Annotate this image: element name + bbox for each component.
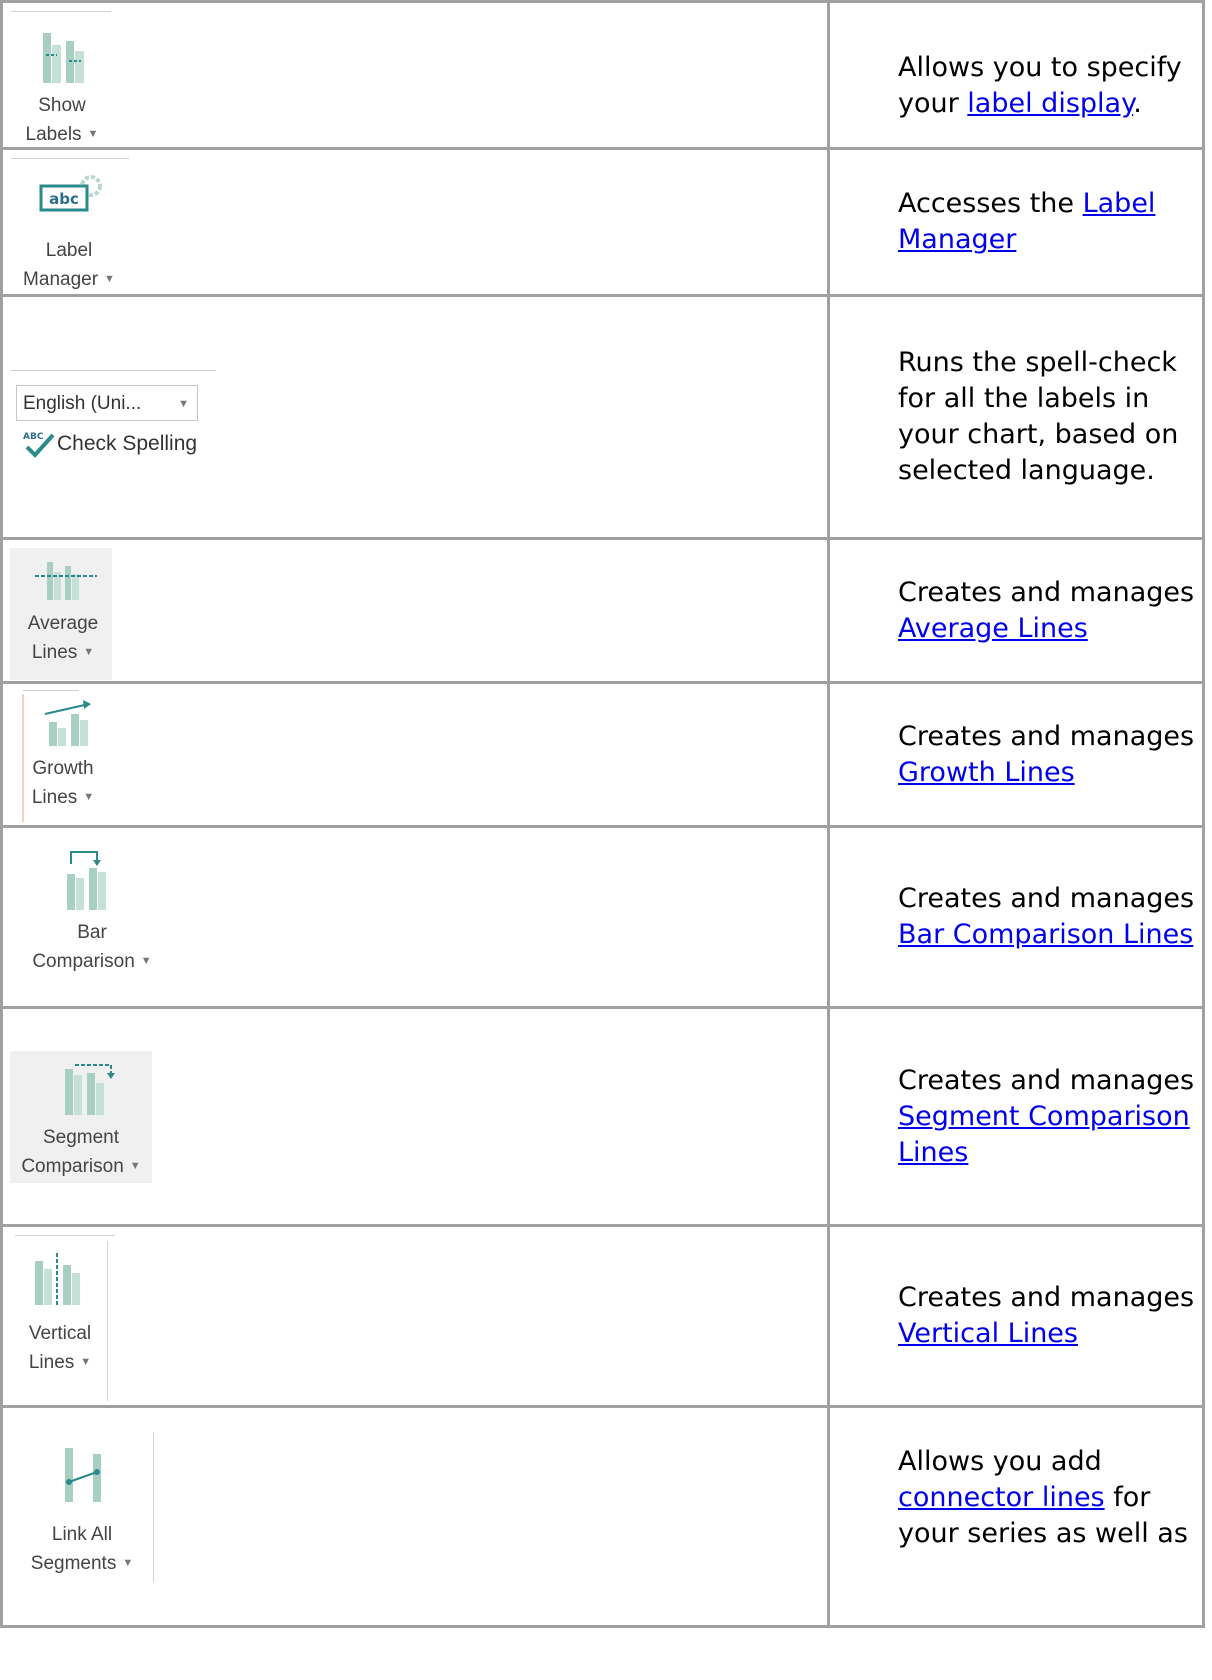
segment-comparison-lines-link[interactable]: Segment Comparison Lines: [898, 1101, 1190, 1168]
desc-cell: Accesses the Label Manager: [827, 147, 1205, 297]
vertical-lines-icon: [35, 1253, 80, 1305]
desc-cell: Creates and manages Average Lines: [827, 537, 1205, 684]
desc-cell: Runs the spell-check for all the labels …: [827, 294, 1205, 540]
desc-cell: Creates and manages Bar Comparison Lines: [827, 825, 1205, 1009]
icon-cell: Vertical Lines ▼: [0, 1224, 830, 1408]
icon-cell: Growth Lines ▼: [0, 681, 830, 828]
dropdown-arrow-icon: ▼: [80, 1356, 92, 1369]
table-row: Bar Comparison ▼ Creates and manages Bar …: [0, 825, 1205, 1009]
average-lines-link[interactable]: Average Lines: [898, 613, 1088, 644]
icon-cell: Link All Segments ▼: [0, 1405, 830, 1628]
ribbon-label: Growth: [32, 758, 94, 779]
dropdown-arrow-icon: ▼: [87, 128, 99, 141]
icon-cell: Average Lines ▼: [0, 537, 830, 684]
spellcheck-icon: ABC: [23, 432, 55, 459]
ribbon-label: Segment: [42, 1127, 120, 1148]
average-lines-button[interactable]: Average Lines ▼: [17, 609, 109, 667]
label-manager-icon: abc: [39, 175, 102, 212]
bar-comparison-lines-link[interactable]: Bar Comparison Lines: [898, 919, 1193, 950]
dropdown-arrow-icon: ▼: [83, 646, 95, 659]
ribbon-label: Comparison: [32, 951, 135, 972]
vertical-lines-link[interactable]: Vertical Lines: [898, 1318, 1078, 1349]
segment-comparison-icon: [65, 1064, 115, 1115]
dropdown-arrow-icon: ▼: [140, 955, 152, 968]
svg-text:ABC: ABC: [23, 432, 44, 442]
ribbon-label: Comparison: [21, 1156, 124, 1177]
average-lines-icon: [35, 562, 97, 600]
growth-lines-link[interactable]: Growth Lines: [898, 757, 1075, 788]
dropdown-arrow-icon: ▼: [83, 791, 95, 804]
table-row: Segment Comparison ▼ Creates and manages …: [0, 1006, 1205, 1227]
icon-cell: abc Label Manager ▼: [0, 147, 830, 297]
desc-cell: Creates and manages Growth Lines: [827, 681, 1205, 828]
ribbon-label: Lines: [31, 787, 78, 808]
link-all-segments-icon: [65, 1448, 101, 1502]
dropdown-arrow-icon: ▼: [104, 273, 115, 286]
ribbon-label: Segments: [30, 1553, 117, 1574]
description: Creates and manages Average Lines: [898, 576, 1195, 644]
ribbon-label: Lines: [31, 642, 78, 663]
desc-cell: Creates and manages Segment Comparison L…: [827, 1006, 1205, 1227]
ribbon-label: Manager: [23, 269, 99, 290]
ribbon-label: Lines: [28, 1352, 75, 1373]
description: Creates and manages Growth Lines: [898, 720, 1195, 788]
description: Creates and manages Segment Comparison L…: [898, 1064, 1195, 1168]
icon-cell: Bar Comparison ▼: [0, 825, 830, 1009]
dropdown-arrow-icon: ▼: [122, 1557, 134, 1570]
desc-cell: Creates and manages Vertical Lines: [827, 1224, 1205, 1408]
show-labels-button[interactable]: Show Labels ▼: [17, 91, 107, 149]
dropdown-arrow-icon: ▼: [129, 1160, 141, 1173]
label-manager-button[interactable]: Label Manager ▼: [13, 236, 125, 294]
description: Allows you to specify your label display…: [898, 52, 1182, 119]
desc-cell: Allows you add connector lines for your …: [827, 1405, 1205, 1628]
description: Runs the spell-check for all the labels …: [898, 347, 1179, 486]
table-row: English (Uni... ▼ ABC Check Spelling Run…: [0, 294, 1205, 540]
feature-table: Show Labels ▼ Allows you to specify your …: [0, 0, 1205, 1628]
segment-comparison-button[interactable]: Segment Comparison ▼: [11, 1123, 151, 1181]
svg-text:abc: abc: [49, 190, 79, 208]
bar-comparison-button[interactable]: Bar Comparison ▼: [17, 918, 167, 976]
table-row: Average Lines ▼ Creates and manages Avera…: [0, 537, 1205, 684]
description: Creates and manages Vertical Lines: [898, 1282, 1195, 1349]
ribbon-label: Link All: [51, 1524, 113, 1545]
ribbon-label: Vertical: [28, 1323, 92, 1344]
ribbon-label: Label: [45, 240, 93, 261]
ribbon-label: Show: [38, 95, 86, 116]
icon-cell: Show Labels ▼: [0, 0, 830, 150]
description: Allows you add connector lines for your …: [898, 1446, 1188, 1549]
vertical-lines-button[interactable]: Vertical Lines ▼: [15, 1319, 105, 1377]
check-spelling-button[interactable]: ABC Check Spelling: [21, 427, 197, 461]
table-row: abc Label Manager ▼ Accesses the Label Ma…: [0, 147, 1205, 297]
language-dropdown[interactable]: English (Uni... ▼: [16, 385, 198, 421]
dropdown-arrow-icon: ▼: [178, 398, 189, 410]
ribbon-label: Average: [27, 613, 99, 634]
growth-lines-icon: [44, 700, 91, 746]
connector-lines-link[interactable]: connector lines: [898, 1482, 1105, 1513]
table-row: Vertical Lines ▼ Creates and manages Vert…: [0, 1224, 1205, 1408]
desc-cell: Allows you to specify your label display…: [827, 0, 1205, 150]
show-labels-icon: [43, 33, 84, 83]
ribbon-label: Bar: [77, 922, 107, 943]
icon-cell: Segment Comparison ▼: [0, 1006, 830, 1227]
growth-lines-button[interactable]: Growth Lines ▼: [17, 754, 109, 812]
table-row: Link All Segments ▼ Allows you add connec…: [0, 1405, 1205, 1628]
link-all-segments-button[interactable]: Link All Segments ▼: [19, 1520, 145, 1578]
description: Creates and manages Bar Comparison Lines: [898, 883, 1195, 950]
ribbon-label: Labels: [25, 124, 82, 145]
table-row: Growth Lines ▼ Creates and manages Growth…: [0, 681, 1205, 828]
bar-comparison-icon: [67, 851, 106, 910]
table-row: Show Labels ▼ Allows you to specify your …: [0, 0, 1205, 150]
description: Accesses the Label Manager: [898, 188, 1156, 255]
icon-cell: English (Uni... ▼ ABC Check Spelling: [0, 294, 830, 540]
label-display-link[interactable]: label display: [967, 88, 1133, 119]
